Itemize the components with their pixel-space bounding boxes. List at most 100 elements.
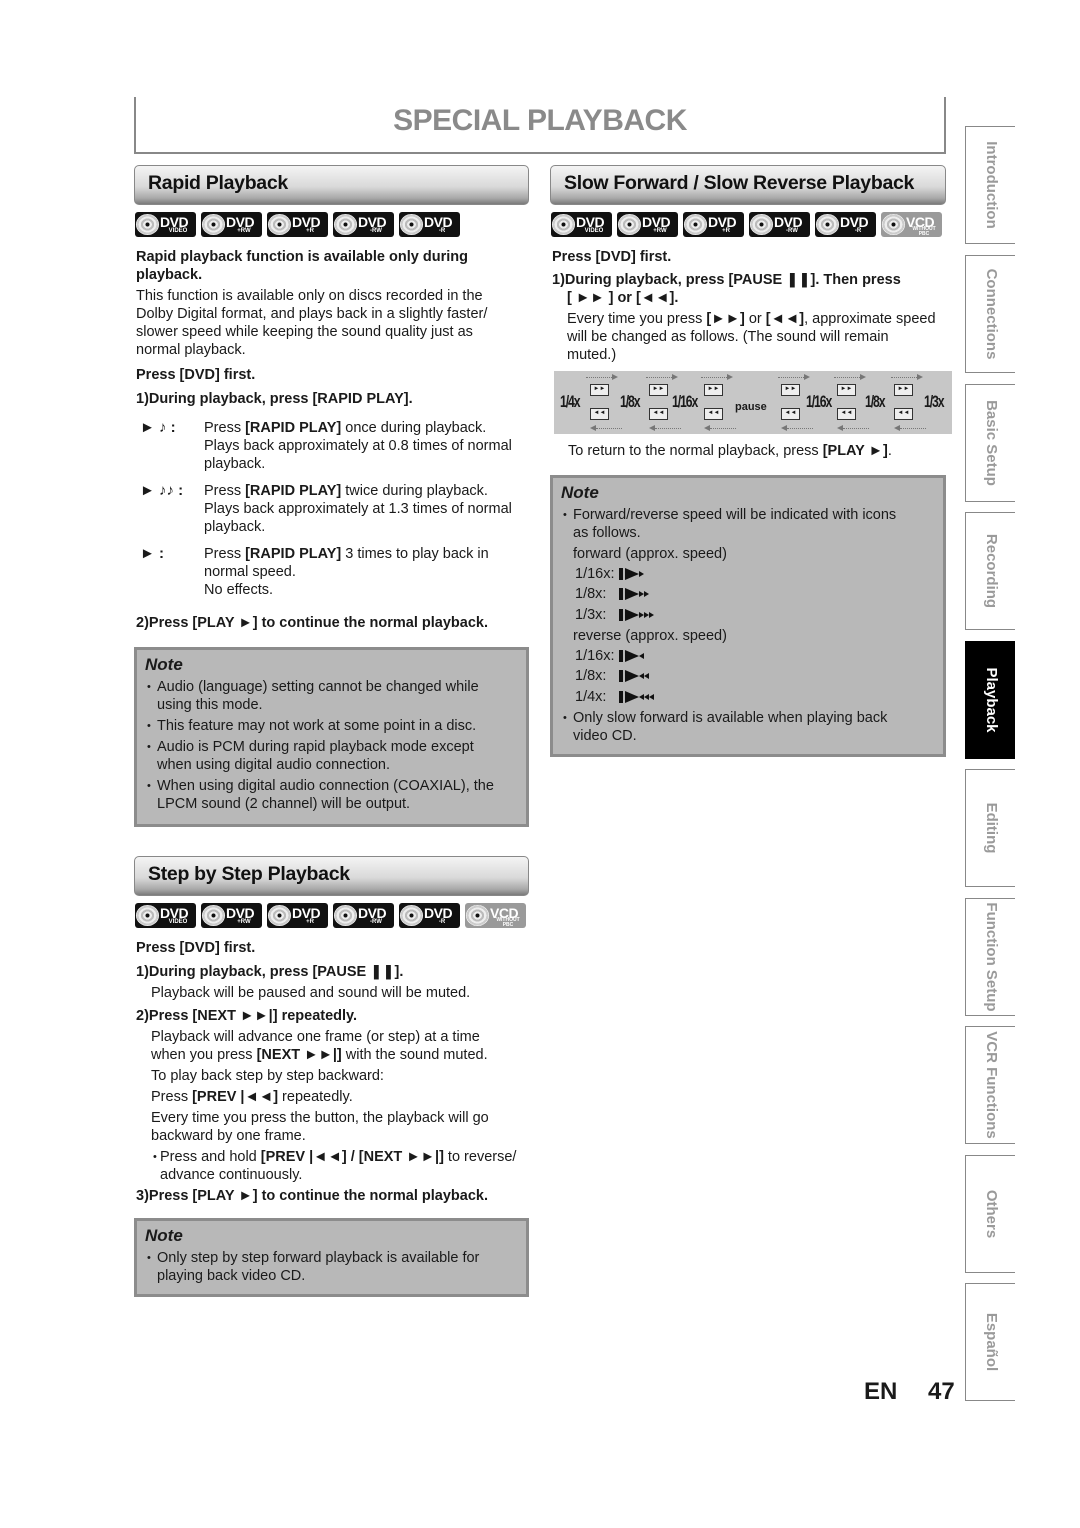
tab-function-setup[interactable]: Function Setup xyxy=(965,898,1015,1016)
rapid-speed-symbol: ► ♪ : xyxy=(140,419,176,436)
step-step-2: 2)Press [NEXT ►►|] repeatedly. xyxy=(136,1008,358,1024)
dvd-plus-r-icon: DVD +R xyxy=(267,903,328,928)
speed-label: 1/16x xyxy=(672,392,698,411)
page-title: SPECIAL PLAYBACK xyxy=(393,104,687,137)
rapid-intro-line: slower speed while keeping the sound qua… xyxy=(136,324,473,340)
note-item: Only step by step forward playback is av… xyxy=(145,1249,516,1285)
step-playback-title: Step by Step Playback xyxy=(148,863,350,885)
rapid-step-2: 2)Press [PLAY ►] to continue the normal … xyxy=(136,615,488,631)
forward-speed-row: 1/16x: xyxy=(561,565,933,586)
note-item: Audio (language) setting cannot be chang… xyxy=(145,678,516,714)
slow-playback-header: Slow Forward / Slow Reverse Playback xyxy=(550,165,946,205)
step-note: Note Only step by step forward playback … xyxy=(134,1218,529,1297)
slow-speed-diagram: 1/4x 1/8x 1/16x pause 1/16x 1/8x 1/3x ►►… xyxy=(554,371,952,434)
speed-label: 1/8x xyxy=(865,392,886,411)
rewind-icon: ◄◄ xyxy=(590,408,609,420)
dvd-minus-r-icon: DVD -R xyxy=(815,212,876,237)
dvd-plus-rw-icon: DVD +RW xyxy=(201,903,262,928)
dvd-plus-rw-icon: DVD +RW xyxy=(201,212,262,237)
dvd-video-icon: DVD VIDEO xyxy=(551,212,612,237)
reverse-arrow xyxy=(590,425,622,434)
rapid-intro-line: Dolby Digital format, and plays back in … xyxy=(136,306,488,322)
dvd-minus-rw-icon: DVD -RW xyxy=(333,903,394,928)
note-item: Forward/reverse speed will be indicated … xyxy=(561,506,933,542)
slow-note: Note Forward/reverse speed will be indic… xyxy=(550,475,946,757)
rewind-icon: ◄◄ xyxy=(837,408,856,420)
reverse-speed-row: 1/16x: xyxy=(561,647,933,668)
tab-editing[interactable]: Editing xyxy=(965,769,1015,887)
tab-vcr-functions[interactable]: VCR Functions xyxy=(965,1026,1015,1144)
slow-forward-2-icon xyxy=(619,588,649,600)
rapid-intro-bold: Rapid playback function is available onl… xyxy=(136,249,468,265)
rapid-playback-header: Rapid Playback xyxy=(134,165,529,205)
dvd-plus-r-icon: DVD +R xyxy=(267,212,328,237)
rapid-press-first: Press [DVD] first. xyxy=(136,367,256,383)
note-item: When using digital audio connection (COA… xyxy=(145,777,516,813)
fast-forward-icon: ►► xyxy=(781,384,800,396)
slow-playback-title: Slow Forward / Slow Reverse Playback xyxy=(564,172,915,194)
rewind-icon: ◄◄ xyxy=(781,408,800,420)
rapid-speed-symbol: ► : xyxy=(140,545,165,562)
forward-speed-row: 1/3x: xyxy=(561,606,933,627)
rapid-disc-icons: DVD VIDEO DVD +RW DVD +R DVD -RW DVD -R xyxy=(135,212,460,237)
tab-playback[interactable]: Playback xyxy=(965,641,1015,759)
speed-label: 1/4x xyxy=(560,392,581,411)
rapid-playback-title: Rapid Playback xyxy=(148,172,288,194)
reverse-speed-row: 1/4x: xyxy=(561,688,933,709)
reverse-speed-row: 1/8x: xyxy=(561,667,933,688)
rapid-intro-line: This function is available only on discs… xyxy=(136,288,483,304)
dvd-video-icon: DVD VIDEO xyxy=(135,903,196,928)
step-playback-header: Step by Step Playback xyxy=(134,856,529,896)
reverse-arrow xyxy=(837,425,869,434)
step-press-first: Press [DVD] first. xyxy=(136,940,256,956)
reverse-arrow xyxy=(894,425,926,434)
dvd-plus-rw-icon: DVD +RW xyxy=(617,212,678,237)
pause-label: pause xyxy=(735,401,767,413)
dvd-video-icon: DVD VIDEO xyxy=(135,212,196,237)
tab-introduction[interactable]: Introduction xyxy=(965,126,1015,244)
dvd-plus-r-icon: DVD +R xyxy=(683,212,744,237)
forward-speed-row: 1/8x: xyxy=(561,585,933,606)
slow-forward-3-icon xyxy=(619,608,654,621)
tab-connections[interactable]: Connections xyxy=(965,255,1015,373)
note-item: Only slow forward is available when play… xyxy=(561,709,933,745)
page-number: 47 xyxy=(928,1378,955,1405)
step-step-1: 1)During playback, press [PAUSE ❚❚]. xyxy=(136,964,404,980)
reverse-arrow xyxy=(704,425,736,434)
forward-arrow xyxy=(891,374,923,383)
slow-reverse-2-icon xyxy=(619,670,649,682)
tab-others[interactable]: Others xyxy=(965,1155,1015,1273)
rapid-step-1: 1)During playback, press [RAPID PLAY]. xyxy=(136,391,413,407)
forward-arrow xyxy=(834,374,866,383)
slow-forward-1-icon xyxy=(619,567,644,580)
tab-basic-setup[interactable]: Basic Setup xyxy=(965,384,1015,502)
rewind-icon: ◄◄ xyxy=(704,408,723,420)
fast-forward-icon: ►► xyxy=(590,384,609,396)
forward-speed-label: forward (approx. speed) xyxy=(573,546,727,562)
slow-return-text: To return to the normal playback, press … xyxy=(568,443,892,459)
reverse-speed-label: reverse (approx. speed) xyxy=(573,628,727,644)
dvd-minus-rw-icon: DVD -RW xyxy=(749,212,810,237)
step-step-3: 3)Press [PLAY ►] to continue the normal … xyxy=(136,1188,488,1204)
page-title-box: SPECIAL PLAYBACK xyxy=(134,97,946,154)
slow-step-1: 1)During playback, press [PAUSE ❚❚]. The… xyxy=(552,272,901,288)
dvd-minus-r-icon: DVD -R xyxy=(399,903,460,928)
rewind-icon: ◄◄ xyxy=(649,408,668,420)
rapid-intro-bold: playback. xyxy=(136,267,203,283)
tab-recording[interactable]: Recording xyxy=(965,512,1015,630)
tab-espanol[interactable]: Español xyxy=(965,1283,1015,1401)
rapid-speed-symbol: ► ♪♪ : xyxy=(140,482,184,499)
slow-reverse-3-icon xyxy=(619,690,654,703)
note-item: This feature may not work at some point … xyxy=(145,717,516,735)
note-title: Note xyxy=(145,655,183,674)
slow-instructions: Press [DVD] first. 1)During playback, pr… xyxy=(552,248,952,364)
forward-arrow xyxy=(778,374,810,383)
note-item: Audio is PCM during rapid playback mode … xyxy=(145,738,516,774)
rewind-icon: ◄◄ xyxy=(894,408,913,420)
note-title: Note xyxy=(561,483,599,502)
dvd-minus-r-icon: DVD -R xyxy=(399,212,460,237)
reverse-arrow xyxy=(781,425,813,434)
dvd-minus-rw-icon: DVD -RW xyxy=(333,212,394,237)
step-disc-icons: DVD VIDEO DVD +RW DVD +R DVD -RW DVD -R VCD WI… xyxy=(135,903,526,928)
forward-arrow xyxy=(646,374,678,383)
